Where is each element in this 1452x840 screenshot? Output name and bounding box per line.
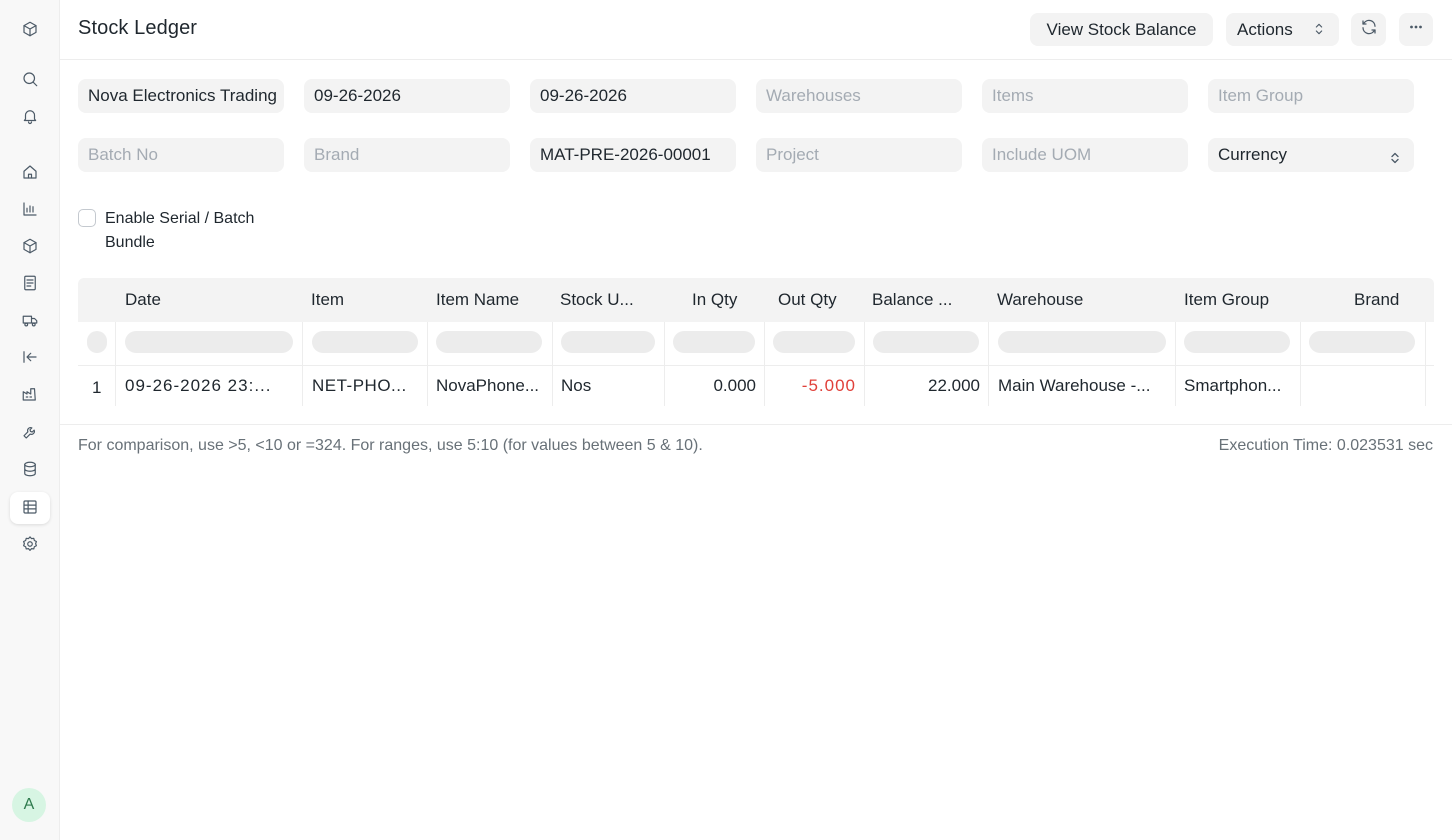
- database-icon: [21, 460, 39, 481]
- page-title: Stock Ledger: [78, 17, 198, 39]
- cube-logo-icon: [21, 20, 39, 41]
- cell-stock-uom[interactable]: Nos: [561, 376, 651, 396]
- column-header-stock-uom[interactable]: Stock U...: [560, 290, 634, 310]
- more-dots-icon: [1407, 18, 1425, 41]
- cell-out-qty[interactable]: -5.000: [768, 376, 856, 396]
- table-header: Date Item Item Name Stock U... In Qty Ou…: [78, 278, 1434, 322]
- wrench-icon: [21, 423, 39, 444]
- column-header-item-name[interactable]: Item Name: [436, 290, 519, 310]
- filter-cell-date[interactable]: [125, 331, 293, 353]
- serial-batch-checkbox[interactable]: [78, 209, 96, 227]
- sidebar: A: [0, 0, 60, 840]
- sidebar-item-reports-table[interactable]: [10, 492, 50, 524]
- brand-filter[interactable]: Brand: [304, 138, 510, 172]
- cell-warehouse[interactable]: Main Warehouse -...: [998, 376, 1170, 396]
- column-header-item-group[interactable]: Item Group: [1184, 290, 1269, 310]
- divider: [60, 424, 1452, 425]
- from-date-filter[interactable]: 09-26-2026: [304, 79, 510, 113]
- cell-in-qty[interactable]: 0.000: [668, 376, 756, 396]
- avatar[interactable]: A: [12, 788, 46, 822]
- filter-cell-item-group[interactable]: [1184, 331, 1290, 353]
- cell-date[interactable]: 09-26-2026 23:...: [125, 376, 295, 396]
- cell-item-name[interactable]: NovaPhone...: [436, 376, 546, 396]
- sidebar-item-stock[interactable]: [10, 231, 50, 263]
- sidebar-item-database[interactable]: [10, 454, 50, 486]
- batch-no-filter[interactable]: Batch No: [78, 138, 284, 172]
- table-icon: [21, 498, 39, 519]
- to-date-filter[interactable]: 09-26-2026: [530, 79, 736, 113]
- currency-select-label: Currency: [1218, 145, 1287, 164]
- sidebar-item-documents[interactable]: [10, 268, 50, 300]
- sidebar-item-tools[interactable]: [10, 417, 50, 449]
- view-stock-balance-button[interactable]: View Stock Balance: [1030, 13, 1213, 46]
- bar-chart-icon: [21, 200, 39, 221]
- filter-cell-in-qty[interactable]: [673, 331, 755, 353]
- project-filter[interactable]: Project: [756, 138, 962, 172]
- bell-icon: [21, 107, 39, 128]
- gear-icon: [21, 535, 39, 556]
- page-header: Stock Ledger View Stock Balance Actions: [60, 0, 1452, 60]
- filter-cell-brand[interactable]: [1309, 331, 1415, 353]
- row-index: 1: [92, 378, 102, 397]
- filter-cell-balance-qty[interactable]: [873, 331, 979, 353]
- item-group-filter[interactable]: Item Group: [1208, 79, 1414, 113]
- sidebar-item-manufacturing[interactable]: [10, 379, 50, 411]
- search-icon: [21, 70, 39, 91]
- chevron-updown-icon: [1390, 149, 1400, 164]
- arrow-left-bar-icon: [21, 348, 39, 369]
- sidebar-item-settings[interactable]: [10, 529, 50, 561]
- cell-item-group[interactable]: Smartphon...: [1184, 376, 1294, 396]
- refresh-button[interactable]: [1351, 13, 1386, 46]
- column-header-out-qty[interactable]: Out Qty: [778, 290, 837, 310]
- refresh-icon: [1360, 18, 1378, 41]
- factory-icon: [21, 385, 39, 406]
- column-header-brand[interactable]: Brand: [1354, 290, 1399, 310]
- truck-icon: [21, 311, 39, 332]
- document-icon: [21, 274, 39, 295]
- sidebar-item-notifications[interactable]: [10, 101, 50, 133]
- filter-cell-item[interactable]: [312, 331, 418, 353]
- sidebar-item-delivery[interactable]: [10, 305, 50, 337]
- more-options-button[interactable]: [1399, 13, 1433, 46]
- sidebar-item-reports[interactable]: [10, 194, 50, 226]
- filter-cell-warehouse[interactable]: [998, 331, 1166, 353]
- filter-cell-out-qty[interactable]: [773, 331, 855, 353]
- items-filter[interactable]: Items: [982, 79, 1188, 113]
- actions-button[interactable]: Actions: [1226, 13, 1339, 46]
- column-header-balance-qty[interactable]: Balance ...: [872, 290, 952, 310]
- box-icon: [21, 237, 39, 258]
- sidebar-item-search[interactable]: [10, 64, 50, 96]
- serial-batch-toggle: Enable Serial / Batch Bundle: [78, 207, 275, 255]
- cell-balance-qty[interactable]: 22.000: [868, 376, 980, 396]
- chevron-updown-icon: [1311, 21, 1327, 42]
- include-uom-filter[interactable]: Include UOM: [982, 138, 1188, 172]
- filter-cell-item-name[interactable]: [436, 331, 542, 353]
- column-header-date[interactable]: Date: [125, 290, 161, 310]
- filter-hint-text: For comparison, use >5, <10 or =324. For…: [78, 437, 703, 454]
- serial-batch-label: Enable Serial / Batch Bundle: [105, 210, 255, 251]
- column-header-warehouse[interactable]: Warehouse: [997, 290, 1083, 310]
- actions-label: Actions: [1237, 19, 1293, 39]
- sidebar-item-returns[interactable]: [10, 342, 50, 374]
- filter-row: [78, 322, 1434, 366]
- app-logo[interactable]: [10, 14, 50, 46]
- filter-cell-index: [87, 331, 107, 353]
- currency-select[interactable]: Currency: [1208, 138, 1414, 172]
- sidebar-item-home[interactable]: [10, 157, 50, 189]
- column-header-in-qty[interactable]: In Qty: [692, 290, 737, 310]
- home-icon: [21, 163, 39, 184]
- cell-item[interactable]: NET-PHO...: [312, 376, 420, 396]
- voucher-no-filter[interactable]: MAT-PRE-2026-00001: [530, 138, 736, 172]
- company-filter[interactable]: Nova Electronics Trading: [78, 79, 284, 113]
- warehouses-filter[interactable]: Warehouses: [756, 79, 962, 113]
- column-header-item[interactable]: Item: [311, 290, 344, 310]
- table-row[interactable]: 1 09-26-2026 23:... NET-PHO... NovaPhone…: [78, 366, 1434, 406]
- filter-cell-stock-uom[interactable]: [561, 331, 655, 353]
- execution-time: Execution Time: 0.023531 sec: [1218, 437, 1433, 454]
